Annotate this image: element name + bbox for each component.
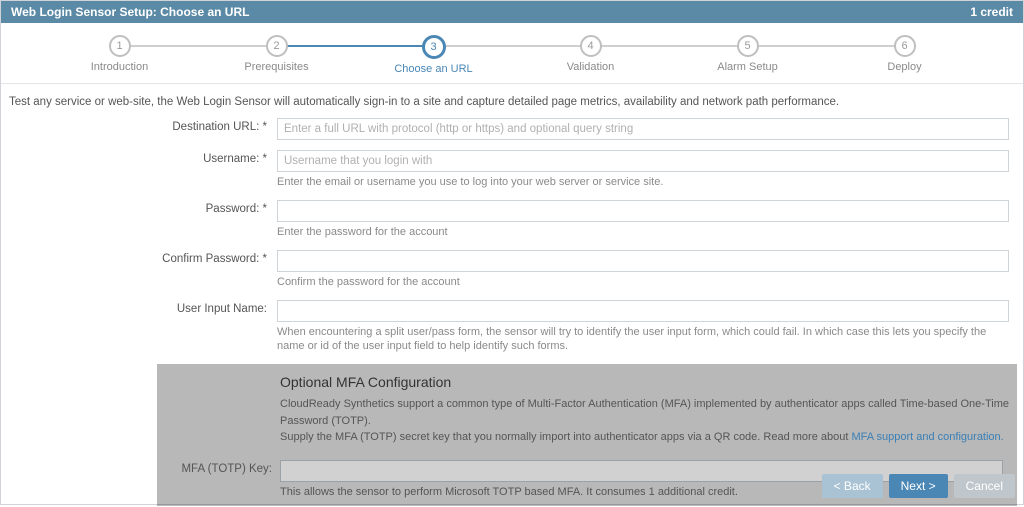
label-password: Password: * xyxy=(7,200,277,215)
label-mfa-key: MFA (TOTP) Key: xyxy=(165,460,280,475)
help-username: Enter the email or username you use to l… xyxy=(277,175,1009,190)
step-introduction[interactable]: 1 Introduction xyxy=(41,35,198,73)
row-password: Password: * Enter the password for the a… xyxy=(7,200,1017,240)
step-number: 4 xyxy=(580,35,602,57)
step-alarm-setup[interactable]: 5 Alarm Setup xyxy=(669,35,826,73)
password-input[interactable] xyxy=(277,200,1009,222)
step-number: 6 xyxy=(894,35,916,57)
step-number: 1 xyxy=(109,35,131,57)
label-user-input-name: User Input Name: xyxy=(7,300,277,315)
cancel-button[interactable]: Cancel xyxy=(954,474,1015,498)
row-destination-url: Destination URL: * xyxy=(7,118,1017,140)
wizard-stepper: 1 Introduction 2 Prerequisites 3 Choose … xyxy=(1,23,1023,84)
mfa-link[interactable]: MFA support and configuration. xyxy=(851,431,1003,443)
intro-text: Test any service or web-site, the Web Lo… xyxy=(7,96,1017,108)
wizard-title: Web Login Sensor Setup: Choose an URL xyxy=(11,1,249,23)
next-button[interactable]: Next > xyxy=(889,474,948,498)
destination-url-input[interactable] xyxy=(277,118,1009,140)
help-user-input-name: When encountering a split user/pass form… xyxy=(277,325,1009,355)
step-label: Deploy xyxy=(826,61,983,73)
step-label: Choose an URL xyxy=(355,63,512,75)
step-label: Alarm Setup xyxy=(669,61,826,73)
step-prerequisites[interactable]: 2 Prerequisites xyxy=(198,35,355,73)
back-button[interactable]: < Back xyxy=(822,474,883,498)
wizard-header: Web Login Sensor Setup: Choose an URL 1 … xyxy=(1,1,1023,23)
help-password: Enter the password for the account xyxy=(277,225,1009,240)
row-confirm-password: Confirm Password: * Confirm the password… xyxy=(7,250,1017,290)
step-deploy[interactable]: 6 Deploy xyxy=(826,35,983,73)
step-label: Introduction xyxy=(41,61,198,73)
label-username: Username: * xyxy=(7,150,277,165)
mfa-line1: CloudReady Synthetics support a common t… xyxy=(280,396,1009,429)
wizard-body: Test any service or web-site, the Web Lo… xyxy=(1,84,1023,506)
confirm-password-input[interactable] xyxy=(277,250,1009,272)
label-confirm-password: Confirm Password: * xyxy=(7,250,277,265)
user-input-name-input[interactable] xyxy=(277,300,1009,322)
step-validation[interactable]: 4 Validation xyxy=(512,35,669,73)
mfa-title: Optional MFA Configuration xyxy=(280,374,1009,390)
wizard-footer: < Back Next > Cancel xyxy=(822,474,1015,498)
username-input[interactable] xyxy=(277,150,1009,172)
row-user-input-name: User Input Name: When encountering a spl… xyxy=(7,300,1017,355)
wizard-panel: Web Login Sensor Setup: Choose an URL 1 … xyxy=(0,0,1024,505)
step-label: Prerequisites xyxy=(198,61,355,73)
mfa-line2: Supply the MFA (TOTP) secret key that yo… xyxy=(280,429,1009,446)
wizard-credits: 1 credit xyxy=(970,1,1013,23)
step-label: Validation xyxy=(512,61,669,73)
help-confirm-password: Confirm the password for the account xyxy=(277,275,1009,290)
step-number: 3 xyxy=(422,35,446,59)
step-choose-url[interactable]: 3 Choose an URL xyxy=(355,35,512,75)
label-destination-url: Destination URL: * xyxy=(7,118,277,133)
row-username: Username: * Enter the email or username … xyxy=(7,150,1017,190)
step-number: 5 xyxy=(737,35,759,57)
step-number: 2 xyxy=(266,35,288,57)
